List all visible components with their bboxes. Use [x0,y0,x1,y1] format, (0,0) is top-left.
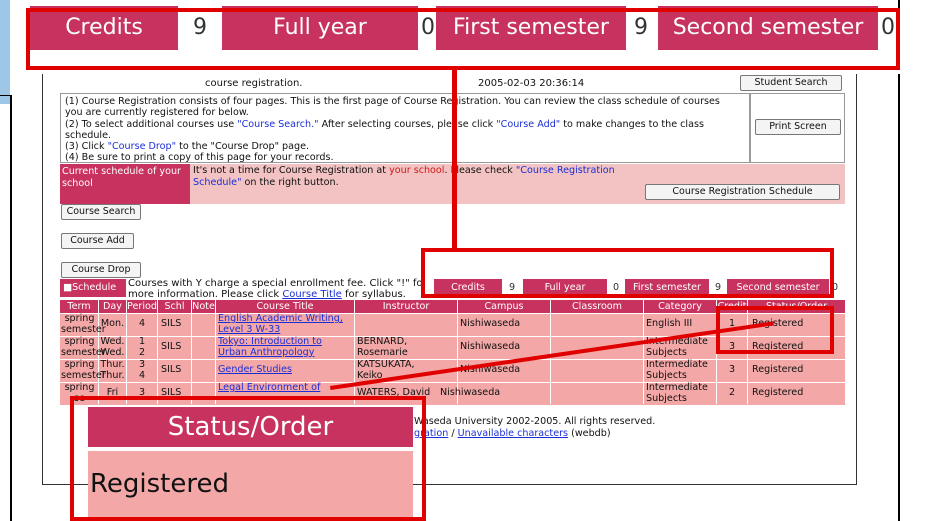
cell-term: spring semester [61,359,106,381]
registration-label: course registration. [205,78,303,89]
cell-period: 12 [138,336,146,358]
copyright-text: Waseda University 2002-2005. All rights … [414,416,656,427]
left-border-line [10,95,12,521]
instruction-line: schedule. [65,129,112,141]
instruction-line: (4) Be sure to print a copy of this page… [65,152,334,164]
cell-status: Registered [752,387,804,398]
course-title-link[interactable]: Tokyo: Introduction to Urban Anthropology [218,336,322,358]
course-search-button[interactable]: Course Search [61,204,141,220]
course-search-link[interactable]: "Course Search." [237,119,318,130]
cell-period: 4 [138,318,146,329]
cell-credit: 3 [728,364,736,375]
current-schedule-header: Current schedule of your school [60,164,190,204]
student-search-button[interactable]: Student Search [740,75,842,91]
course-drop-link[interactable]: "Course Drop" [108,141,176,152]
highlight-zoom-status-box [70,396,426,521]
col-instructor: Instructor [382,301,430,312]
col-classroom: Classroom [571,301,623,312]
col-course-title: Course Title [256,301,314,312]
footer-link-unavailable-characters[interactable]: Unavailable characters [458,428,568,439]
col-divider [191,300,192,404]
instructions-box: (1) Course Registration consists of four… [60,93,750,163]
col-divider [157,300,158,404]
course-title-link[interactable]: Course Title [282,289,342,300]
cell-campus: Nishiwaseda [460,318,521,329]
cell-term: spring semester [61,336,106,358]
col-campus: Campus [484,301,524,312]
col-term: Term [67,301,91,312]
print-screen-button[interactable]: Print Screen [755,119,841,135]
cell-day: Wed. Wed. [100,336,125,358]
instruction-line: (3) Click "Course Drop" to the "Course D… [65,141,310,153]
connector-vertical [452,68,457,251]
cell-credit: 2 [728,387,736,398]
cell-schl: SILS [161,364,182,375]
course-drop-button[interactable]: Course Drop [61,262,141,278]
course-add-link[interactable]: "Course Add" [496,119,560,130]
instruction-line: (2) To select additional courses use "Co… [65,118,704,130]
cell-schl: SILS [161,318,182,329]
schedule-label: ■Schedule [60,279,126,297]
course-title-link[interactable]: English Academic Writing, Level 3 W-33 [218,313,343,335]
left-blue-strip [0,0,10,104]
col-schl: Schl [164,301,185,312]
cell-campus: Nishiwaseda [440,387,501,398]
col-divider [215,300,216,404]
col-day: Day [103,301,122,312]
course-add-button[interactable]: Course Add [61,233,134,249]
timestamp: 2005-02-03 20:36:14 [478,78,585,89]
cell-term: spring semester [61,313,106,335]
highlight-top-box [26,8,900,70]
col-divider [550,300,551,404]
footer-links: gration / Unavailable characters (webdb) [414,428,611,439]
current-schedule-message: It's not a time for Course Registration … [193,165,615,188]
instruction-line: (1) Course Registration consists of four… [65,96,720,107]
col-divider [354,300,355,404]
col-note: Note [192,301,215,312]
cell-day: Thur. Thur. [100,359,125,381]
cell-status: Registered [752,364,804,375]
col-category: Category [658,301,702,312]
cell-instructor: BERNARD, Rosemarie [357,336,408,358]
instruction-line: you are currently registered for below. [65,107,249,119]
cell-category: English III [646,318,693,329]
course-registration-schedule-button[interactable]: Course Registration Schedule [645,184,840,200]
highlight-credits-box [421,248,834,298]
course-title-link[interactable]: Legal Environment of [218,382,320,394]
schedule-note: Courses with Y charge a special enrollme… [128,278,423,300]
col-period: Period [127,301,157,312]
cell-day: Mon. [100,318,125,329]
right-border-line [898,0,900,521]
course-title-link[interactable]: Gender Studies [218,364,292,376]
registration-schedule-link[interactable]: "Course Registration [516,165,615,176]
cell-period: 34 [138,359,146,381]
cell-campus: Nishiwaseda [460,341,521,352]
cell-category: Intermediate Subjects [646,382,708,404]
cell-category: Intermediate Subjects [646,359,708,381]
col-divider [643,300,644,404]
cell-schl: SILS [161,341,182,352]
